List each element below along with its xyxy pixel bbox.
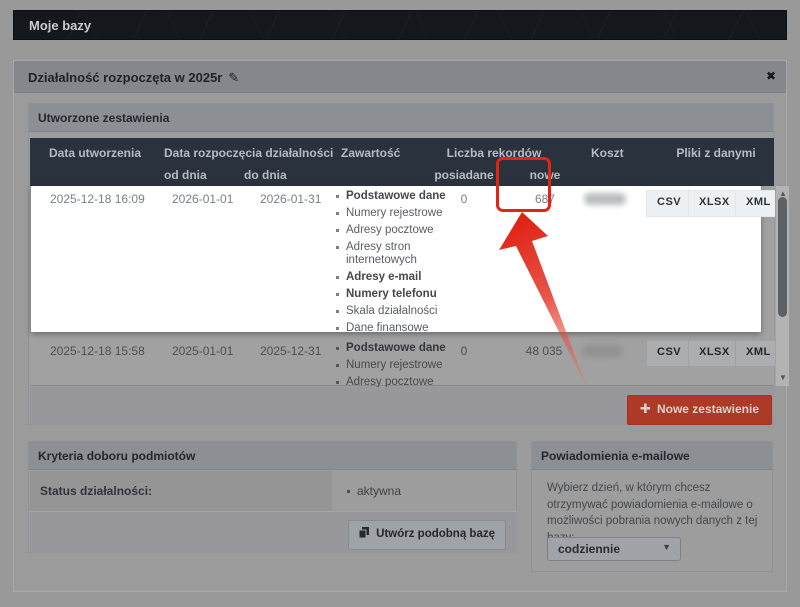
col-content: Zawartość <box>341 146 400 160</box>
row2-to: 2025-12-31 <box>260 344 321 358</box>
subcol-from: od dnia <box>164 168 207 182</box>
xlsx-button[interactable]: XLSX <box>688 340 741 367</box>
criteria-panel-footer: Utwórz podobną bazę <box>30 511 517 553</box>
notifications-title: Powiadomienia e-mailowe <box>541 449 690 463</box>
criteria-label-cell: Status działalności: <box>30 471 332 511</box>
row1-from: 2026-01-01 <box>172 192 233 206</box>
notifications-panel-header: Powiadomienia e-mailowe <box>532 442 772 470</box>
notification-day-select[interactable]: codziennie ▼ <box>547 537 681 561</box>
reports-section: Utworzone zestawienia Data utworzenia Da… <box>28 103 774 425</box>
select-value: codziennie <box>558 542 620 556</box>
subcol-owned: posiadane <box>431 168 497 182</box>
modal-title: Działalność rozpoczęta w 2025r ✎ <box>28 70 239 86</box>
plus-icon: ✚ <box>640 401 651 416</box>
bullet-icon <box>336 327 339 330</box>
criteria-title: Kryteria doboru podmiotów <box>38 449 195 463</box>
subcol-new: nowe <box>521 168 569 182</box>
modal-header: Działalność rozpoczęta w 2025r ✎ ✖ <box>14 61 786 93</box>
scrollbar-thumb[interactable] <box>778 197 787 317</box>
reports-section-footer: ✚Nowe zestawienie <box>30 387 774 425</box>
xlsx-button[interactable]: XLSX <box>688 190 741 217</box>
row2-cost-redacted <box>582 345 622 357</box>
list-item: Adresy e-mail <box>334 269 446 286</box>
reports-section-header: Utworzone zestawienia <box>29 104 773 132</box>
table-scrollbar[interactable]: ▲ ▼ <box>775 186 789 386</box>
bullet-icon <box>336 310 339 313</box>
table-row[interactable]: 2025-12-18 15:58 2025-01-01 2025-12-31 P… <box>31 334 761 386</box>
close-icon[interactable]: ✖ <box>766 69 776 83</box>
bullet-icon <box>336 246 339 249</box>
bullet-icon <box>336 229 339 232</box>
bullet-icon <box>336 364 339 367</box>
notifications-panel: Powiadomienia e-mailowe Wybierz dzień, w… <box>531 441 773 572</box>
copy-icon <box>359 522 370 548</box>
list-item: Numery rejestrowe <box>334 205 446 222</box>
csv-button[interactable]: CSV <box>646 190 692 217</box>
bullet-icon <box>336 347 339 350</box>
col-created: Data utworzenia <box>49 146 141 160</box>
status-value: aktywna <box>347 484 401 498</box>
top-navbar: Moje bazy <box>13 10 787 40</box>
reports-section-title: Utworzone zestawienia <box>38 111 169 125</box>
bullet-icon <box>336 381 339 384</box>
edit-pencil-icon[interactable]: ✎ <box>228 70 239 86</box>
bullet-icon <box>336 195 339 198</box>
table-row[interactable]: 2025-12-18 16:09 2026-01-01 2026-01-31 P… <box>31 186 761 332</box>
status-label: Status działalności: <box>40 484 152 498</box>
row1-owned-count: 0 <box>431 192 497 206</box>
modal-title-text: Działalność rozpoczęta w 2025r <box>28 70 222 85</box>
subcol-to: do dnia <box>244 168 287 182</box>
row2-new-count: 48 035 <box>509 344 579 358</box>
table-scroll-area: 2025-12-18 16:09 2026-01-01 2026-01-31 P… <box>30 186 774 386</box>
row2-from: 2025-01-01 <box>172 344 233 358</box>
row1-contents-list: Podstawowe dane Numery rejestrowe Adresy… <box>334 188 446 337</box>
bullet-icon <box>336 212 339 215</box>
navbar-title: Moje bazy <box>29 18 91 33</box>
csv-button[interactable]: CSV <box>646 340 692 367</box>
database-modal: Działalność rozpoczęta w 2025r ✎ ✖ Utworz… <box>13 60 787 592</box>
row2-contents-list: Podstawowe dane Numery rejestrowe Adresy… <box>334 340 446 391</box>
row1-to: 2026-01-31 <box>260 192 321 206</box>
bullet-icon <box>336 293 339 296</box>
row1-cost-redacted <box>584 193 626 205</box>
new-report-button[interactable]: ✚Nowe zestawienie <box>627 395 772 425</box>
list-item: Numery rejestrowe <box>334 357 446 374</box>
row1-created: 2025-12-18 16:09 <box>50 192 145 206</box>
list-item: Skala działalności <box>334 303 446 320</box>
list-item: Podstawowe dane <box>334 340 446 357</box>
table-header: Data utworzenia Data rozpoczęcia działal… <box>30 138 774 186</box>
scroll-down-icon[interactable]: ▼ <box>776 373 790 383</box>
bullet-icon <box>336 276 339 279</box>
list-item: Numery telefonu <box>334 286 446 303</box>
row1-new-count: 687 <box>521 192 569 206</box>
criteria-panel: Kryteria doboru podmiotów Status działal… <box>28 441 517 553</box>
row2-owned-count: 0 <box>431 344 497 358</box>
criteria-panel-header: Kryteria doboru podmiotów <box>29 442 516 470</box>
caret-down-icon: ▼ <box>662 542 671 552</box>
list-item: Podstawowe dane <box>334 188 446 205</box>
col-start-range: Data rozpoczęcia działalności <box>164 146 333 160</box>
list-item: Adresy pocztowe <box>334 222 446 239</box>
col-cost: Koszt <box>591 146 624 160</box>
col-files: Pliki z danymi <box>660 146 772 160</box>
row2-created: 2025-12-18 15:58 <box>50 344 145 358</box>
bullet-icon <box>347 490 350 493</box>
list-item: Adresy stron internetowych <box>334 239 432 269</box>
clone-database-button[interactable]: Utwórz podobną bazę <box>348 520 506 550</box>
col-records: Liczba rekordów <box>434 146 554 160</box>
